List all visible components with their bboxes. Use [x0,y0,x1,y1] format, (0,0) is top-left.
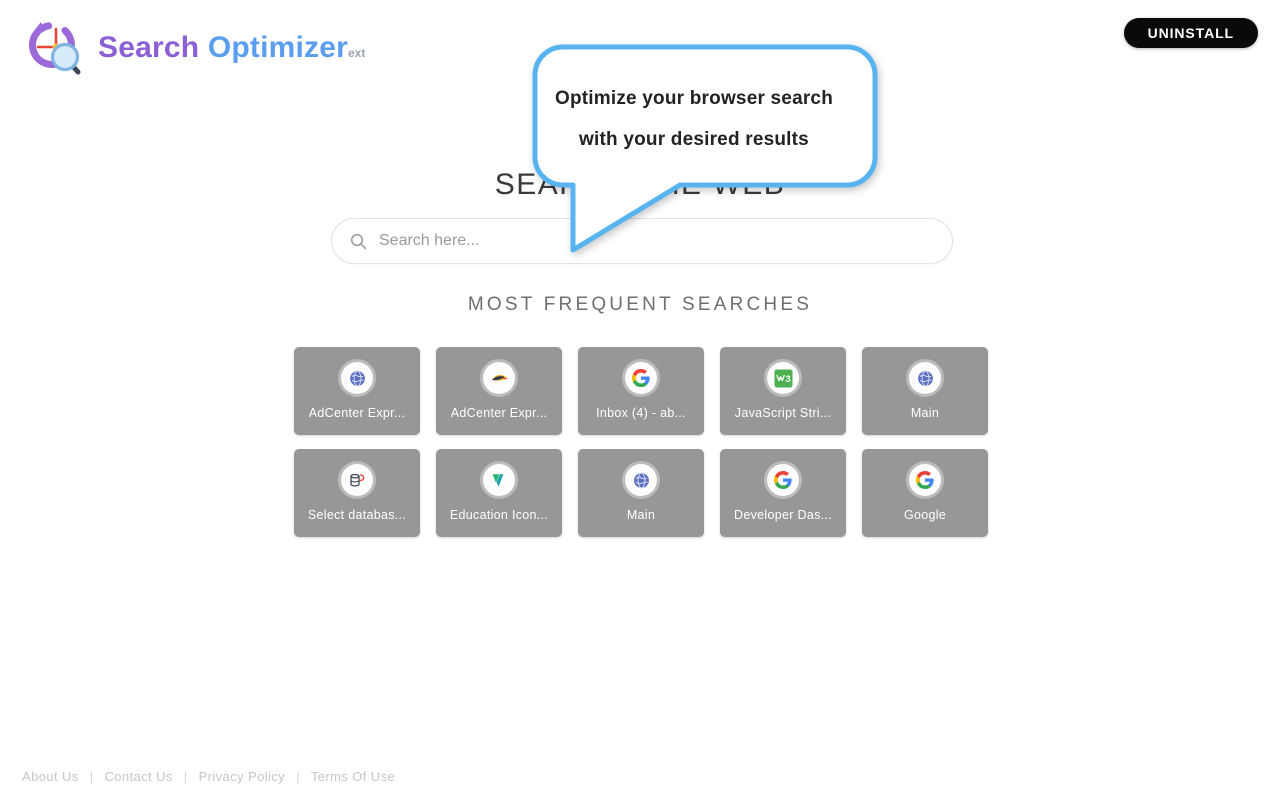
globe-icon [625,464,657,496]
footer-link-about-us[interactable]: About Us [22,769,79,784]
w3schools-icon: 3 [767,362,799,394]
brand-logo-text: Search Optimizerext [98,33,365,63]
google-g-icon [909,464,941,496]
footer-links: About Us | Contact Us | Privacy Policy | Terms… [22,769,395,784]
database-icon [341,464,373,496]
frequent-search-tile[interactable]: Education Icon... [436,449,562,537]
uninstall-button[interactable]: UNINSTALL [1123,18,1258,48]
footer-link-terms-of-use[interactable]: Terms Of Use [311,769,395,784]
frequent-search-tile-label: AdCenter Expr... [450,406,548,420]
frequent-search-tile-label: JavaScript Stri... [734,406,832,420]
globe-icon [909,362,941,394]
frequent-search-tile[interactable]: AdCenter Expr... [294,347,420,435]
tooltip-line-1: Optimize your browser search [554,88,834,109]
frequent-search-tile-label: Main [910,406,940,420]
search-history-logo-icon [29,22,81,75]
bird-icon [483,362,515,394]
frequent-search-tile-label: Inbox (4) - ab... [596,406,686,420]
search-input[interactable] [379,219,952,263]
frequent-search-tile-label: Developer Das... [734,508,832,522]
brand-logo[interactable]: Search Optimizerext [22,14,365,80]
tooltip-line-2: with your desired results [579,129,809,150]
tooltip-text: Optimize your browser search with your d… [513,78,875,160]
vecteezy-v-icon [483,464,515,496]
frequent-searches-heading: MOST FREQUENT SEARCHES [467,294,813,315]
brand-word-search: Search [98,31,200,64]
page-title: SEARCH THE WEB [494,168,786,201]
frequent-search-tile[interactable]: Select databas... [294,449,420,537]
frequent-search-tile[interactable]: Main [862,347,988,435]
frequent-search-tile[interactable]: Developer Das... [720,449,846,537]
brand-word-ext: ext [347,46,366,60]
globe-icon [341,362,373,394]
frequent-search-tile-label: AdCenter Expr... [308,406,406,420]
frequent-searches-grid: AdCenter Expr... AdCenter Expr... Inbox (4… [294,347,990,537]
frequent-search-tile[interactable]: 3 JavaScript Stri... [720,347,846,435]
extension-new-tab-page: Search Optimizerext UNINSTALL SEARCH THE… [0,0,1280,800]
search-bar[interactable] [331,218,953,264]
frequent-search-tile[interactable]: Google [862,449,988,537]
brand-word-optimizer: Optimizer [207,31,348,64]
frequent-search-tile[interactable]: Inbox (4) - ab... [578,347,704,435]
frequent-search-tile[interactable]: Main [578,449,704,537]
footer-separator: | [183,769,188,784]
frequent-search-tile[interactable]: AdCenter Expr... [436,347,562,435]
frequent-search-tile-label: Education Icon... [449,508,549,522]
search-icon [350,233,367,250]
frequent-search-tile-label: Main [626,508,656,522]
google-g-icon [767,464,799,496]
footer-separator: | [296,769,300,784]
google-g-icon [625,362,657,394]
frequent-search-tile-label: Google [903,508,947,522]
footer-separator: | [89,769,94,784]
frequent-search-tile-label: Select databas... [307,508,407,522]
footer-link-privacy-policy[interactable]: Privacy Policy [199,769,286,784]
svg-text:3: 3 [785,373,790,384]
footer-link-contact-us[interactable]: Contact Us [104,769,172,784]
